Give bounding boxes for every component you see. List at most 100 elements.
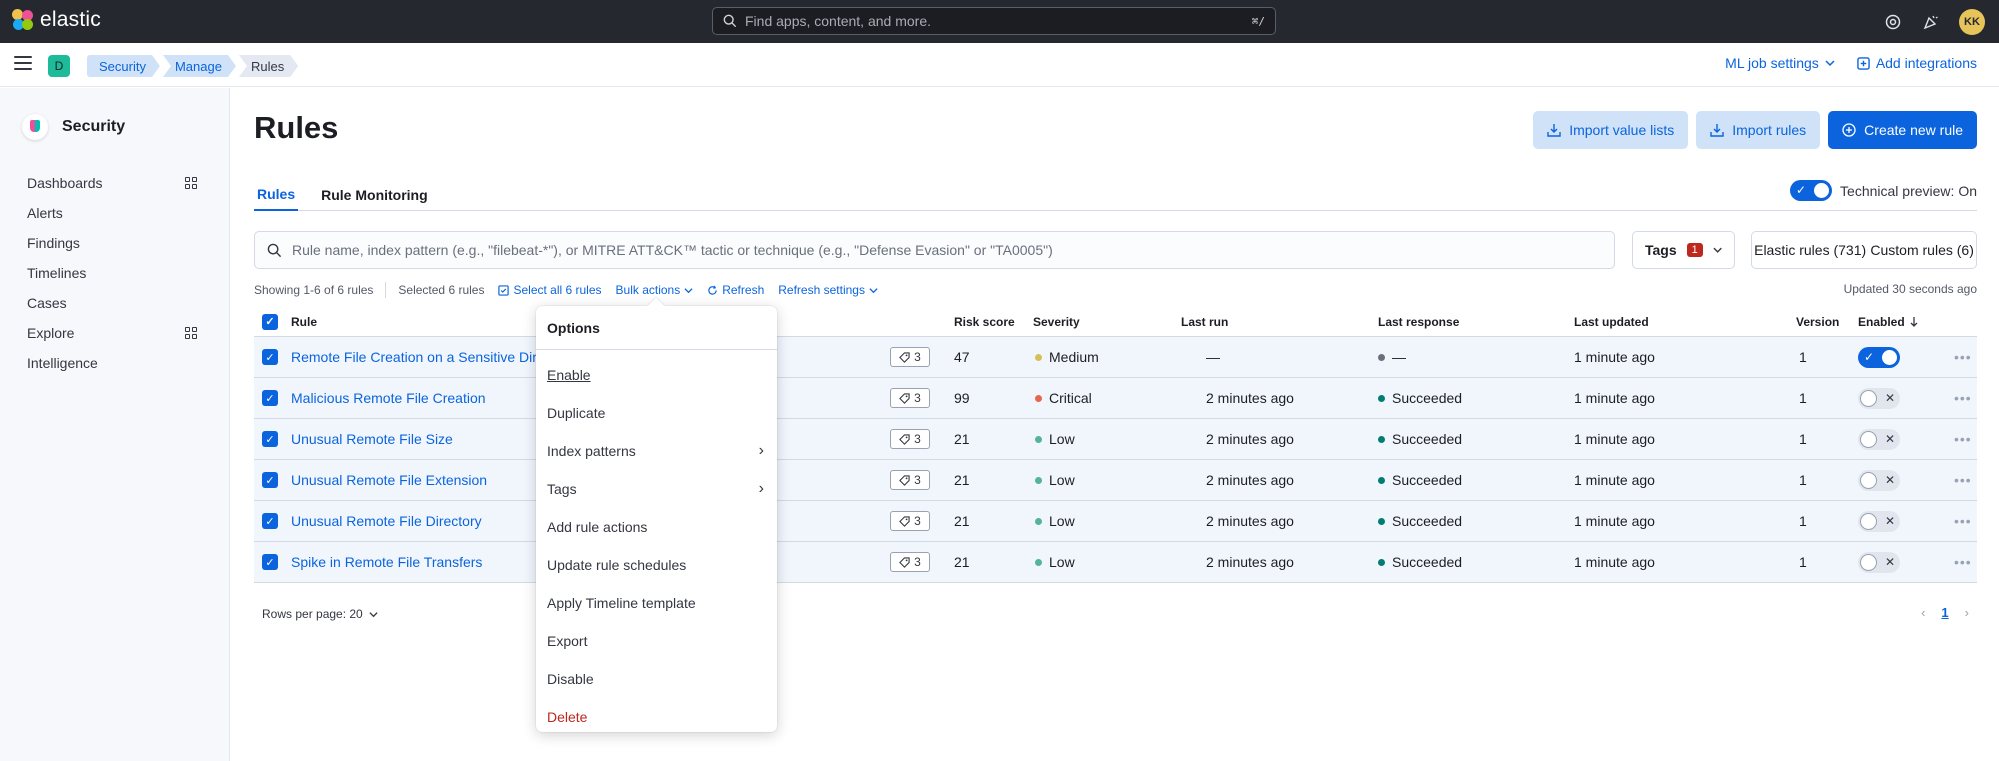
user-avatar[interactable]: KK — [1959, 9, 1985, 35]
prev-page-icon[interactable]: ‹ — [1921, 605, 1925, 620]
row-checkbox[interactable]: ✓ — [262, 390, 278, 406]
bulk-menu-item-duplicate[interactable]: Duplicate — [536, 394, 777, 432]
rule-enabled-switch[interactable]: ✕ — [1858, 510, 1900, 532]
tab-rule-monitoring[interactable]: Rule Monitoring — [318, 179, 431, 211]
elastic-rules-filter[interactable]: Elastic rules (731) — [1754, 242, 1866, 258]
rule-name-link[interactable]: Malicious Remote File Creation — [291, 390, 486, 406]
rule-name-link[interactable]: Unusual Remote File Size — [291, 431, 453, 447]
row-checkbox[interactable]: ✓ — [262, 472, 278, 488]
create-new-rule-button[interactable]: Create new rule — [1828, 111, 1977, 149]
row-checkbox[interactable]: ✓ — [262, 513, 278, 529]
bulk-menu-item-add-rule-actions[interactable]: Add rule actions — [536, 508, 777, 546]
technical-preview-toggle[interactable]: ✓ Technical preview: On — [1790, 180, 1977, 201]
import-value-lists-button[interactable]: Import value lists — [1533, 111, 1689, 149]
news-feed-icon[interactable] — [1921, 12, 1941, 32]
sidebar-item-alerts[interactable]: Alerts — [27, 198, 197, 228]
space-avatar[interactable]: D — [48, 55, 70, 77]
bulk-menu-item-enable[interactable]: Enable — [536, 356, 777, 394]
tags-badge[interactable]: 3 — [890, 388, 930, 408]
row-actions-icon[interactable]: ••• — [1954, 431, 1972, 447]
table-row[interactable]: ✓ Unusual Remote File Directory 3 21 Low 2 mi… — [254, 501, 1977, 542]
sidebar-header[interactable]: Security — [22, 114, 125, 140]
tags-badge[interactable]: 3 — [890, 347, 930, 367]
sidebar-item-findings[interactable]: Findings — [27, 228, 197, 258]
bulk-menu-item-disable[interactable]: Disable — [536, 660, 777, 698]
technical-preview-switch[interactable]: ✓ — [1790, 180, 1833, 201]
row-actions-icon[interactable]: ••• — [1954, 472, 1972, 488]
apps-grid-icon[interactable] — [185, 177, 197, 189]
breadcrumb-manage[interactable]: Manage — [163, 55, 236, 77]
rule-enabled-switch[interactable]: ✕ — [1858, 387, 1900, 409]
response-status-dot — [1378, 353, 1385, 361]
tags-badge[interactable]: 3 — [890, 429, 930, 449]
rule-name-link[interactable]: Unusual Remote File Extension — [291, 472, 487, 488]
row-actions-icon[interactable]: ••• — [1954, 513, 1972, 529]
bulk-menu-item-index-patterns[interactable]: Index patterns › — [536, 432, 777, 470]
rows-per-page-button[interactable]: Rows per page: 20 — [262, 607, 378, 621]
row-checkbox[interactable]: ✓ — [262, 554, 278, 570]
rule-search-input[interactable]: Rule name, index pattern (e.g., "filebea… — [254, 231, 1615, 269]
global-search-input[interactable]: Find apps, content, and more. ⌘/ — [712, 7, 1276, 35]
bulk-menu-item-update-rule-schedules[interactable]: Update rule schedules — [536, 546, 777, 584]
rule-enabled-switch[interactable]: ✓ — [1858, 346, 1900, 368]
tab-rules[interactable]: Rules — [254, 179, 299, 211]
tags-badge[interactable]: 3 — [890, 511, 930, 531]
ml-job-settings-button[interactable]: ML job settings — [1725, 55, 1835, 71]
bulk-menu-item-delete[interactable]: Delete — [536, 698, 777, 736]
bulk-menu-item-tags[interactable]: Tags › — [536, 470, 777, 508]
bulk-menu-item-apply-timeline-template[interactable]: Apply Timeline template — [536, 584, 777, 622]
column-version[interactable]: Version — [1796, 307, 1839, 336]
rule-enabled-switch[interactable]: ✕ — [1858, 428, 1900, 450]
breadcrumb: Security Manage Rules — [87, 55, 301, 77]
rule-enabled-switch[interactable]: ✕ — [1858, 551, 1900, 573]
tags-badge[interactable]: 3 — [890, 470, 930, 490]
tags-badge[interactable]: 3 — [890, 552, 930, 572]
table-row[interactable]: ✓ Unusual Remote File Extension 3 21 Low 2 mi… — [254, 460, 1977, 501]
select-all-button[interactable]: Select all 6 rules — [498, 283, 602, 297]
rule-name-link[interactable]: Unusual Remote File Directory — [291, 513, 482, 529]
help-icon[interactable] — [1883, 12, 1903, 32]
import-rules-button[interactable]: Import rules — [1696, 111, 1821, 149]
response-status-dot — [1378, 476, 1385, 484]
column-rule[interactable]: Rule — [291, 307, 317, 336]
rule-name-link[interactable]: Remote File Creation on a Sensitive Dire… — [291, 349, 546, 365]
row-actions-icon[interactable]: ••• — [1954, 390, 1972, 406]
row-checkbox[interactable]: ✓ — [262, 431, 278, 447]
rule-name-link[interactable]: Spike in Remote File Transfers — [291, 554, 482, 570]
refresh-settings-button[interactable]: Refresh settings — [778, 283, 878, 297]
table-row[interactable]: ✓ Remote File Creation on a Sensitive Dir… — [254, 337, 1977, 378]
row-actions-icon[interactable]: ••• — [1954, 554, 1972, 570]
sidebar-item-timelines[interactable]: Timelines — [27, 258, 197, 288]
page-number[interactable]: 1 — [1941, 605, 1948, 620]
sidebar-item-intelligence[interactable]: Intelligence — [27, 348, 197, 378]
column-risk-score[interactable]: Risk score — [954, 307, 1015, 336]
column-enabled[interactable]: Enabled — [1858, 307, 1919, 336]
rule-enabled-switch[interactable]: ✕ — [1858, 469, 1900, 491]
sidebar-item-cases[interactable]: Cases — [27, 288, 197, 318]
bulk-menu-item-export[interactable]: Export — [536, 622, 777, 660]
tags-filter-button[interactable]: Tags 1 — [1632, 231, 1735, 269]
column-last-response[interactable]: Last response — [1378, 307, 1459, 336]
column-severity[interactable]: Severity — [1033, 307, 1080, 336]
table-row[interactable]: ✓ Unusual Remote File Size 3 21 Low 2 minutes… — [254, 419, 1977, 460]
row-checkbox[interactable]: ✓ — [262, 349, 278, 365]
table-row[interactable]: ✓ Spike in Remote File Transfers 3 21 Low 2 m… — [254, 542, 1977, 583]
elastic-logo[interactable]: elastic — [12, 8, 101, 32]
sidebar-item-explore[interactable]: Explore — [27, 318, 197, 348]
breadcrumb-security[interactable]: Security — [87, 55, 160, 77]
select-all-checkbox[interactable]: ✓ — [262, 313, 278, 330]
next-page-icon[interactable]: › — [1965, 605, 1969, 620]
menu-toggle-icon[interactable] — [14, 56, 32, 70]
column-last-updated[interactable]: Last updated — [1574, 307, 1649, 336]
severity-label: Low — [1049, 513, 1075, 529]
add-integrations-button[interactable]: Add integrations — [1857, 55, 1977, 71]
row-actions-icon[interactable]: ••• — [1954, 349, 1972, 365]
table-row[interactable]: ✓ Malicious Remote File Creation 3 99 Critic… — [254, 378, 1977, 419]
security-sidebar: Security Dashboards Alerts Findings Time… — [0, 88, 230, 761]
apps-grid-icon[interactable] — [185, 327, 197, 339]
column-last-run[interactable]: Last run — [1181, 307, 1228, 336]
custom-rules-filter[interactable]: Custom rules (6) — [1870, 242, 1973, 258]
bulk-actions-button[interactable]: Bulk actions — [616, 283, 694, 297]
sidebar-item-dashboards[interactable]: Dashboards — [27, 168, 197, 198]
refresh-button[interactable]: Refresh — [707, 283, 764, 297]
